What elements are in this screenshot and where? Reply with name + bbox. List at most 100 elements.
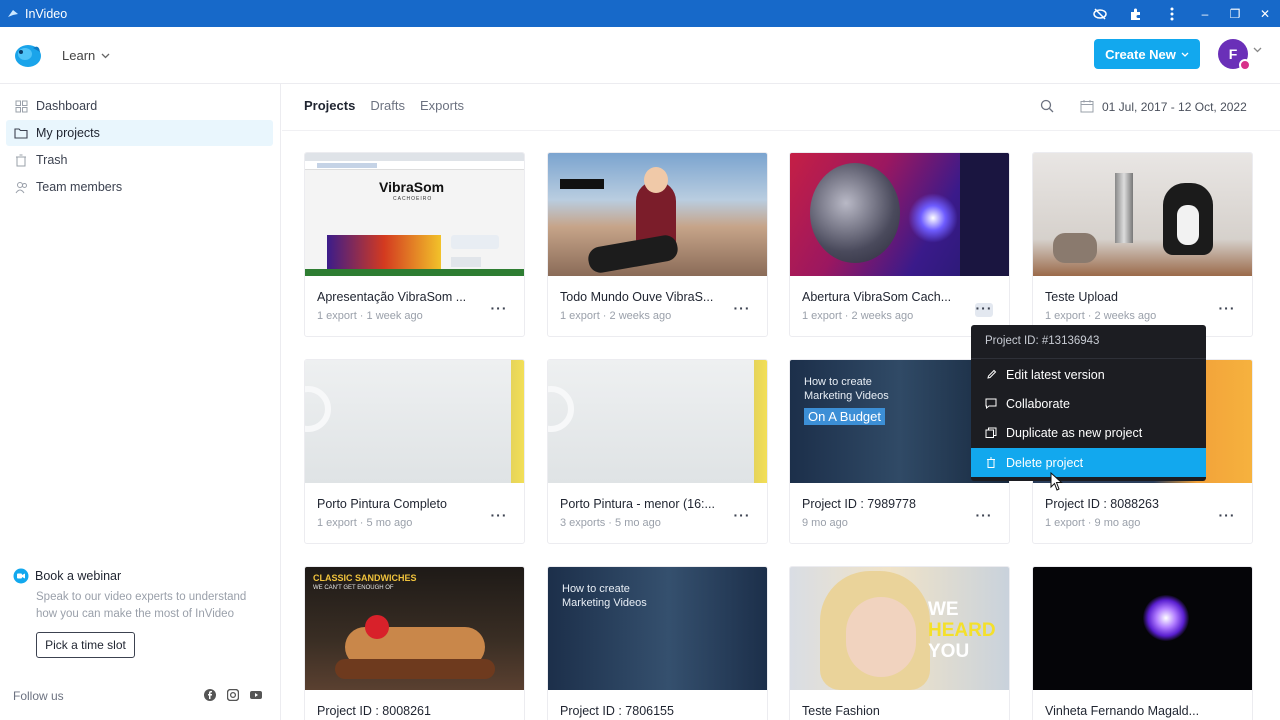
project-card[interactable]: VibraSom CACHOEIRO Apresentação VibraSom…: [304, 152, 525, 337]
menu-item-edit-latest-version[interactable]: Edit latest version: [971, 360, 1206, 389]
dashboard-icon: [14, 99, 28, 113]
project-card[interactable]: Abertura VibraSom Cach... 1 export · 2 w…: [789, 152, 1010, 337]
instagram-icon[interactable]: [227, 689, 239, 701]
menu-item-collaborate[interactable]: Collaborate: [971, 389, 1206, 418]
sidebar-item-label: Dashboard: [36, 99, 98, 113]
sidebar-item-trash[interactable]: Trash: [6, 147, 273, 173]
project-thumbnail: WE HEARD YOU: [790, 567, 1009, 690]
team-icon: [14, 180, 28, 194]
sidebar-item-label: Team members: [36, 180, 123, 194]
minimize-button[interactable]: –: [1190, 0, 1220, 27]
pick-time-slot-button[interactable]: Pick a time slot: [36, 632, 135, 658]
project-card[interactable]: Porto Pintura Completo 1 export · 5 mo a…: [304, 359, 525, 544]
project-context-menu: Project ID: #13136943 Edit latest versio…: [971, 325, 1206, 481]
webinar-title: Book a webinar: [13, 568, 121, 584]
mouse-cursor-icon: [1050, 472, 1063, 491]
project-thumbnail: [790, 153, 1009, 276]
follow-us-label: Follow us: [13, 689, 64, 703]
menu-item-label: Duplicate as new project: [1006, 425, 1143, 440]
project-thumbnail: [1033, 153, 1252, 276]
create-new-label: Create New: [1105, 46, 1176, 62]
project-title: Todo Mundo Ouve VibraS...: [560, 290, 714, 304]
sidebar: Dashboard My projects Trash Team members…: [0, 84, 281, 720]
menu-item-duplicate-as-new-project[interactable]: Duplicate as new project: [971, 418, 1206, 447]
avatar-badge: [1239, 59, 1251, 71]
menu-item-label: Collaborate: [1006, 396, 1070, 411]
more-options-button[interactable]: ···: [490, 508, 508, 524]
duplicate-icon: [985, 427, 997, 439]
menu-divider: [971, 358, 1206, 359]
tabs-divider: [282, 130, 1280, 131]
more-options-button[interactable]: ···: [975, 508, 993, 524]
learn-dropdown[interactable]: Learn: [62, 48, 110, 63]
search-icon[interactable]: [1040, 99, 1054, 113]
thumb-line: WE: [928, 599, 959, 620]
kebab-menu-icon[interactable]: [1165, 7, 1179, 21]
thumb-line: How to create: [562, 583, 630, 595]
tab-drafts[interactable]: Drafts: [370, 98, 405, 113]
facebook-icon[interactable]: [204, 689, 216, 701]
tab-exports[interactable]: Exports: [420, 98, 464, 113]
project-card[interactable]: WE HEARD YOU Teste Fashion: [789, 566, 1010, 720]
project-title: Project ID : 7989778: [802, 497, 916, 511]
thumb-line: HEARD: [928, 620, 996, 641]
project-card[interactable]: Todo Mundo Ouve VibraS... 1 export · 2 w…: [547, 152, 768, 337]
project-meta: 3 exports · 5 mo ago: [560, 517, 661, 529]
project-thumbnail: VibraSom CACHOEIRO: [305, 153, 524, 276]
thumb-line: Marketing Videos: [562, 597, 647, 609]
project-meta: 1 export · 9 mo ago: [1045, 517, 1141, 529]
more-options-button[interactable]: ···: [733, 508, 751, 524]
youtube-icon[interactable]: [250, 689, 262, 701]
invideo-app-icon: [8, 9, 18, 17]
project-card[interactable]: CLASSIC SANDWICHES WE CAN'T GET ENOUGH O…: [304, 566, 525, 720]
webinar-title-text: Book a webinar: [35, 569, 122, 583]
thumb-line: CLASSIC SANDWICHES: [313, 573, 417, 583]
comment-icon: [985, 398, 997, 410]
date-range-filter[interactable]: 01 Jul, 2017 - 12 Oct, 2022: [1102, 100, 1247, 114]
project-meta: 1 export · 2 weeks ago: [802, 310, 914, 322]
project-card[interactable]: Porto Pintura - menor (16:... 3 exports …: [547, 359, 768, 544]
invideo-logo[interactable]: [13, 40, 43, 70]
sidebar-item-label: My projects: [36, 126, 100, 140]
more-options-button[interactable]: ···: [1218, 301, 1236, 317]
extensions-puzzle-icon[interactable]: [1129, 7, 1143, 21]
project-card[interactable]: Teste Upload 1 export · 2 weeks ago ···: [1032, 152, 1253, 337]
project-thumbnail: [548, 360, 767, 483]
tab-projects[interactable]: Projects: [304, 98, 355, 113]
visibility-off-icon[interactable]: [1093, 7, 1107, 21]
window-title: InVideo: [25, 6, 68, 21]
more-options-button[interactable]: ···: [1218, 508, 1236, 524]
project-title: Project ID : 8008261: [317, 704, 431, 718]
avatar-letter: F: [1228, 46, 1238, 62]
thumb-subheading: CACHOEIRO: [393, 196, 433, 202]
menu-item-label: Edit latest version: [1006, 367, 1105, 382]
project-title: Teste Fashion: [802, 704, 880, 718]
create-new-button[interactable]: Create New: [1094, 39, 1200, 69]
more-options-button[interactable]: ···: [975, 301, 993, 317]
more-options-button[interactable]: ···: [733, 301, 751, 317]
chevron-down-icon[interactable]: [1253, 47, 1262, 53]
trash-icon: [14, 153, 28, 167]
sidebar-item-my-projects[interactable]: My projects: [6, 120, 273, 146]
project-meta: 9 mo ago: [802, 517, 848, 529]
project-card[interactable]: How to create Marketing Videos Project I…: [547, 566, 768, 720]
project-title: Porto Pintura - menor (16:...: [560, 497, 715, 511]
project-title: Apresentação VibraSom ...: [317, 290, 467, 304]
sidebar-item-label: Trash: [36, 153, 68, 167]
project-meta: 1 export · 2 weeks ago: [1045, 310, 1157, 322]
sidebar-item-dashboard[interactable]: Dashboard: [6, 93, 273, 119]
close-button[interactable]: ✕: [1250, 0, 1280, 27]
sidebar-item-team-members[interactable]: Team members: [6, 174, 273, 200]
project-title: Teste Upload: [1045, 290, 1118, 304]
project-thumbnail: How to create Marketing Videos: [548, 567, 767, 690]
project-title: Project ID : 7806155: [560, 704, 674, 718]
more-options-button[interactable]: ···: [490, 301, 508, 317]
thumb-line: Marketing Videos: [804, 390, 889, 402]
webinar-description: Speak to our video experts to understand…: [36, 591, 247, 620]
chevron-down-icon: [101, 53, 110, 58]
menu-item-delete-project[interactable]: Delete project: [971, 448, 1206, 477]
project-card[interactable]: Vinheta Fernando Magald...: [1032, 566, 1253, 720]
calendar-icon[interactable]: [1080, 99, 1094, 113]
restore-button[interactable]: ❐: [1220, 0, 1250, 27]
project-tabs: Projects Drafts Exports: [304, 98, 464, 113]
